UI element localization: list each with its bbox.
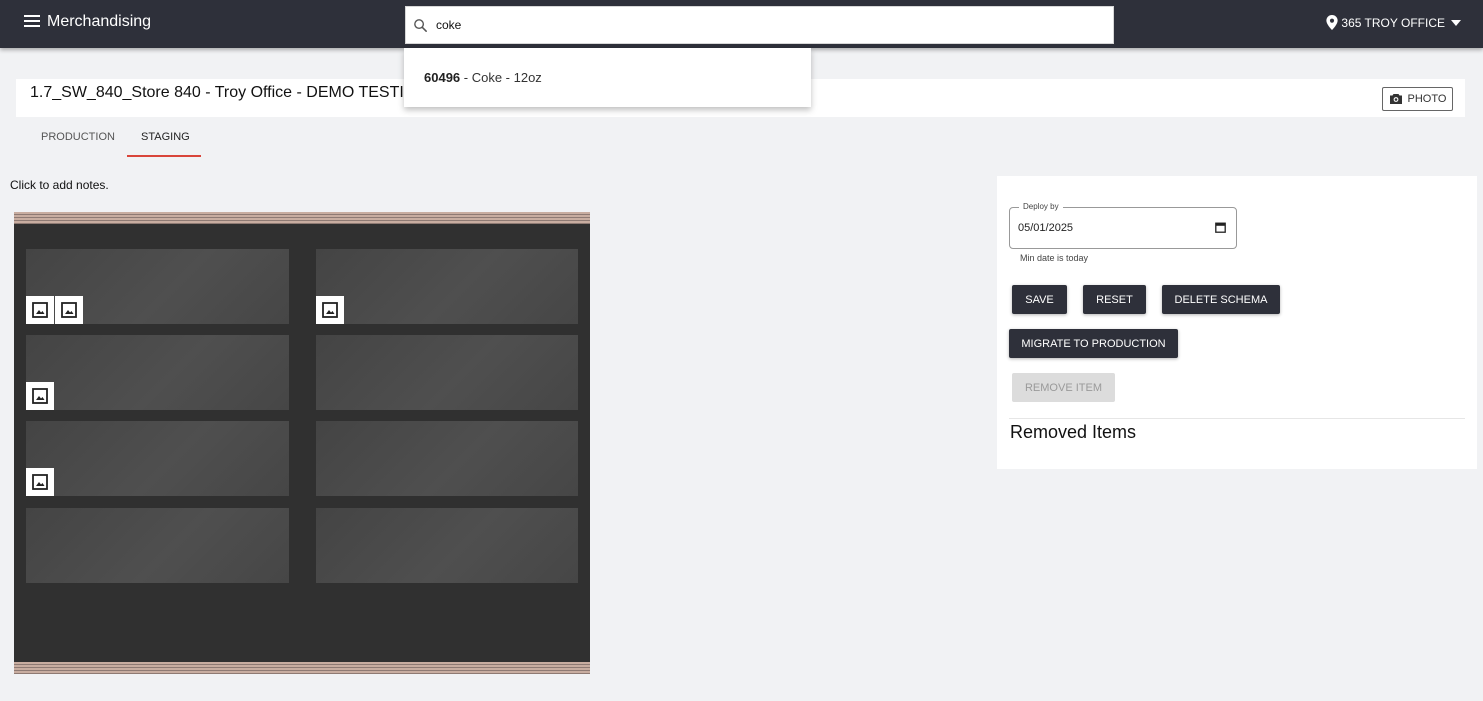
shelf-r3-c1[interactable] [26, 421, 289, 496]
search-result-code: 60496 [424, 70, 461, 85]
cooler-planogram [14, 212, 590, 674]
schema-title: 1.7_SW_840_Store 840 - Troy Office - DEM… [30, 84, 416, 101]
deploy-date-field[interactable]: Deploy by 05/01/2025 [1009, 202, 1237, 249]
remove-item-button[interactable]: REMOVE ITEM [1012, 373, 1115, 402]
pin-icon [1326, 15, 1339, 30]
item-image-icon[interactable] [26, 382, 54, 410]
cooler-top-trim [14, 212, 590, 224]
shelf-r1-c2[interactable] [316, 249, 578, 324]
search-input[interactable] [436, 12, 1096, 38]
item-image-icon[interactable] [26, 296, 54, 324]
reset-button[interactable]: RESET [1083, 285, 1146, 314]
schema-actions-panel: Deploy by 05/01/2025 Min date is today S… [997, 176, 1477, 469]
shelf-r4-c2[interactable] [316, 508, 578, 583]
location-selector[interactable]: 365 TROY OFFICE [1326, 15, 1461, 30]
search-icon [414, 19, 427, 32]
top-app-bar: Merchandising 365 TROY OFFICE [0, 0, 1483, 48]
search-result-name: - Coke - 12oz [460, 70, 542, 85]
photo-button[interactable]: PHOTO [1382, 87, 1453, 111]
removed-items-heading: Removed Items [1010, 422, 1137, 442]
save-button[interactable]: SAVE [1012, 285, 1067, 314]
search-results-dropdown: 60496 - Coke - 12oz [404, 48, 811, 107]
search-result-item[interactable]: 60496 - Coke - 12oz [424, 70, 542, 85]
active-tab-indicator [127, 155, 201, 157]
deploy-date-helper: Min date is today [1020, 253, 1089, 263]
camera-icon [1389, 94, 1402, 104]
delete-schema-button[interactable]: DELETE SCHEMA [1162, 285, 1280, 314]
shelf-r3-c2[interactable] [316, 421, 578, 496]
cooler-bottom-trim [14, 662, 590, 674]
tab-staging[interactable]: STAGING [141, 131, 190, 143]
item-image-icon[interactable] [316, 296, 344, 324]
deploy-date-value: 05/01/2025 [1018, 222, 1074, 234]
caret-down-icon [1451, 19, 1461, 26]
calendar-icon[interactable] [1215, 222, 1226, 233]
notes-field[interactable]: Click to add notes. [10, 178, 109, 192]
location-label: 365 TROY OFFICE [1341, 15, 1445, 30]
migrate-to-production-button[interactable]: MIGRATE TO PRODUCTION [1009, 329, 1178, 358]
shelf-r4-c1[interactable] [26, 508, 289, 583]
app-title: Merchandising [47, 13, 152, 30]
shelf-r2-c1[interactable] [26, 335, 289, 410]
item-image-icon[interactable] [55, 296, 83, 324]
deploy-date-label: Deploy by [1019, 202, 1063, 211]
divider [1009, 418, 1465, 419]
item-image-icon[interactable] [26, 468, 54, 496]
photo-button-label: PHOTO [1407, 93, 1447, 105]
search-bar[interactable] [405, 6, 1114, 44]
shelf-r2-c2[interactable] [316, 335, 578, 410]
tab-production[interactable]: PRODUCTION [41, 131, 115, 143]
menu-icon[interactable] [24, 15, 40, 29]
